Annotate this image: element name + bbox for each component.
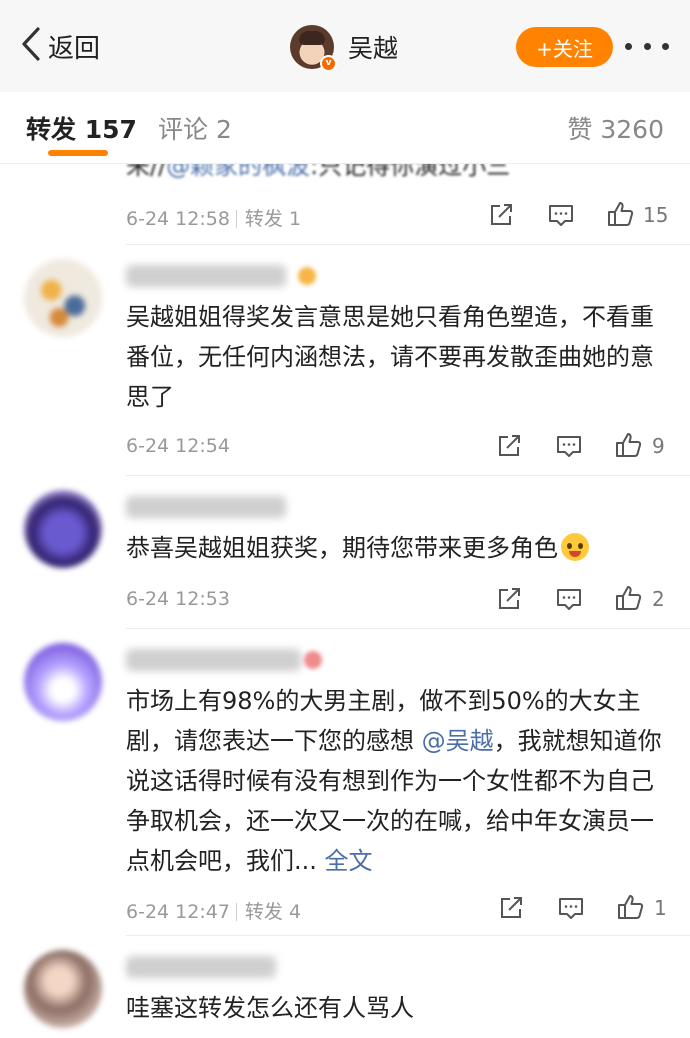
- author-name[interactable]: 吴越: [348, 29, 398, 65]
- list-item: 恭喜吴越姐姐获奖，期待您带来更多角色 6-24 12:53 2: [0, 476, 690, 628]
- like-icon[interactable]: [614, 430, 644, 460]
- user-badge-icon: [298, 267, 316, 285]
- tab-likes[interactable]: 赞 3260: [567, 110, 664, 146]
- share-icon[interactable]: [494, 584, 524, 614]
- repost-text: 哇塞这转发怎么还有人骂人: [126, 994, 414, 1022]
- repost-meta: 6-24 12:53: [126, 588, 230, 610]
- tab-reposts[interactable]: 转发 157: [26, 110, 137, 146]
- avatar[interactable]: [24, 643, 102, 721]
- username-blurred[interactable]: [126, 956, 276, 978]
- full-text-link[interactable]: 全文: [325, 847, 373, 875]
- like-icon[interactable]: [616, 892, 646, 922]
- repost-meta: 6-24 12:54: [126, 435, 230, 457]
- tab-comments[interactable]: 评论 2: [158, 110, 232, 146]
- share-icon[interactable]: [486, 200, 516, 230]
- comment-icon[interactable]: [554, 584, 584, 614]
- active-tab-indicator: [48, 150, 108, 156]
- username-blurred[interactable]: [126, 496, 286, 518]
- repost-meta: 6-24 12:47 转发 4: [126, 897, 301, 924]
- chevron-left-icon: [20, 26, 42, 66]
- like-icon[interactable]: [606, 199, 636, 229]
- share-icon[interactable]: [496, 893, 526, 923]
- tab-bar: 转发 157 评论 2 赞 3260: [0, 92, 690, 164]
- emoji-icon: [561, 533, 589, 561]
- timestamp: 6-24 12:58: [126, 208, 230, 230]
- username-blurred[interactable]: [126, 649, 301, 671]
- timestamp: 6-24 12:54: [126, 435, 230, 457]
- like-count: 2: [652, 587, 665, 611]
- timestamp: 6-24 12:47: [126, 901, 230, 923]
- repost-count[interactable]: 转发 4: [245, 901, 301, 923]
- author-avatar[interactable]: v: [290, 25, 337, 72]
- share-icon[interactable]: [494, 431, 524, 461]
- mention-link[interactable]: @吴越: [422, 727, 494, 755]
- repost-feed[interactable]: 来//@颖家的枫波:只记得你演过小三 6-24 12:58 转发 1 15 吴越姐…: [0, 164, 690, 1038]
- avatar[interactable]: [24, 259, 102, 337]
- list-item: 来//@颖家的枫波:只记得你演过小三 6-24 12:58 转发 1 15: [0, 164, 690, 244]
- list-item: 市场上有98%的大男主剧，做不到50%的大女主剧，请您表达一下您的感想 @吴越，…: [0, 629, 690, 935]
- more-dots-icon[interactable]: [625, 38, 669, 54]
- repost-text: 来//@颖家的枫波:只记得你演过小三: [126, 164, 511, 180]
- avatar[interactable]: [24, 490, 102, 568]
- timestamp: 6-24 12:53: [126, 588, 230, 610]
- repost-text: 恭喜吴越姐姐获奖，期待您带来更多角色: [126, 528, 671, 568]
- repost-meta: 6-24 12:58 转发 1: [126, 204, 301, 231]
- like-count: 9: [652, 434, 665, 458]
- username-blurred[interactable]: [126, 265, 286, 287]
- comment-icon[interactable]: [546, 200, 576, 230]
- list-item: 哇塞这转发怎么还有人骂人: [0, 936, 690, 1038]
- back-button[interactable]: 返回: [20, 24, 100, 68]
- list-item: 吴越姐姐得奖发言意思是她只看角色塑造，不看重番位，无任何内涵想法，请不要再发散歪…: [0, 245, 690, 475]
- like-icon[interactable]: [614, 583, 644, 613]
- author-profile[interactable]: v 吴越: [290, 22, 398, 72]
- follow-button[interactable]: +关注: [516, 27, 613, 67]
- repost-text: 吴越姐姐得奖发言意思是她只看角色塑造，不看重番位，无任何内涵想法，请不要再发散歪…: [126, 303, 654, 411]
- top-nav-bar: 返回 v 吴越 +关注: [0, 0, 690, 92]
- avatar[interactable]: [24, 950, 102, 1028]
- back-label: 返回: [48, 33, 101, 64]
- repost-count[interactable]: 转发 1: [245, 208, 301, 230]
- comment-icon[interactable]: [556, 893, 586, 923]
- comment-icon[interactable]: [554, 431, 584, 461]
- verified-badge-icon: v: [320, 55, 337, 72]
- like-count: 1: [654, 896, 667, 920]
- like-count: 15: [643, 203, 669, 227]
- user-badge-icon: [304, 651, 322, 669]
- repost-text: 市场上有98%的大男主剧，做不到50%的大女主剧，请您表达一下您的感想 @吴越，…: [126, 687, 662, 875]
